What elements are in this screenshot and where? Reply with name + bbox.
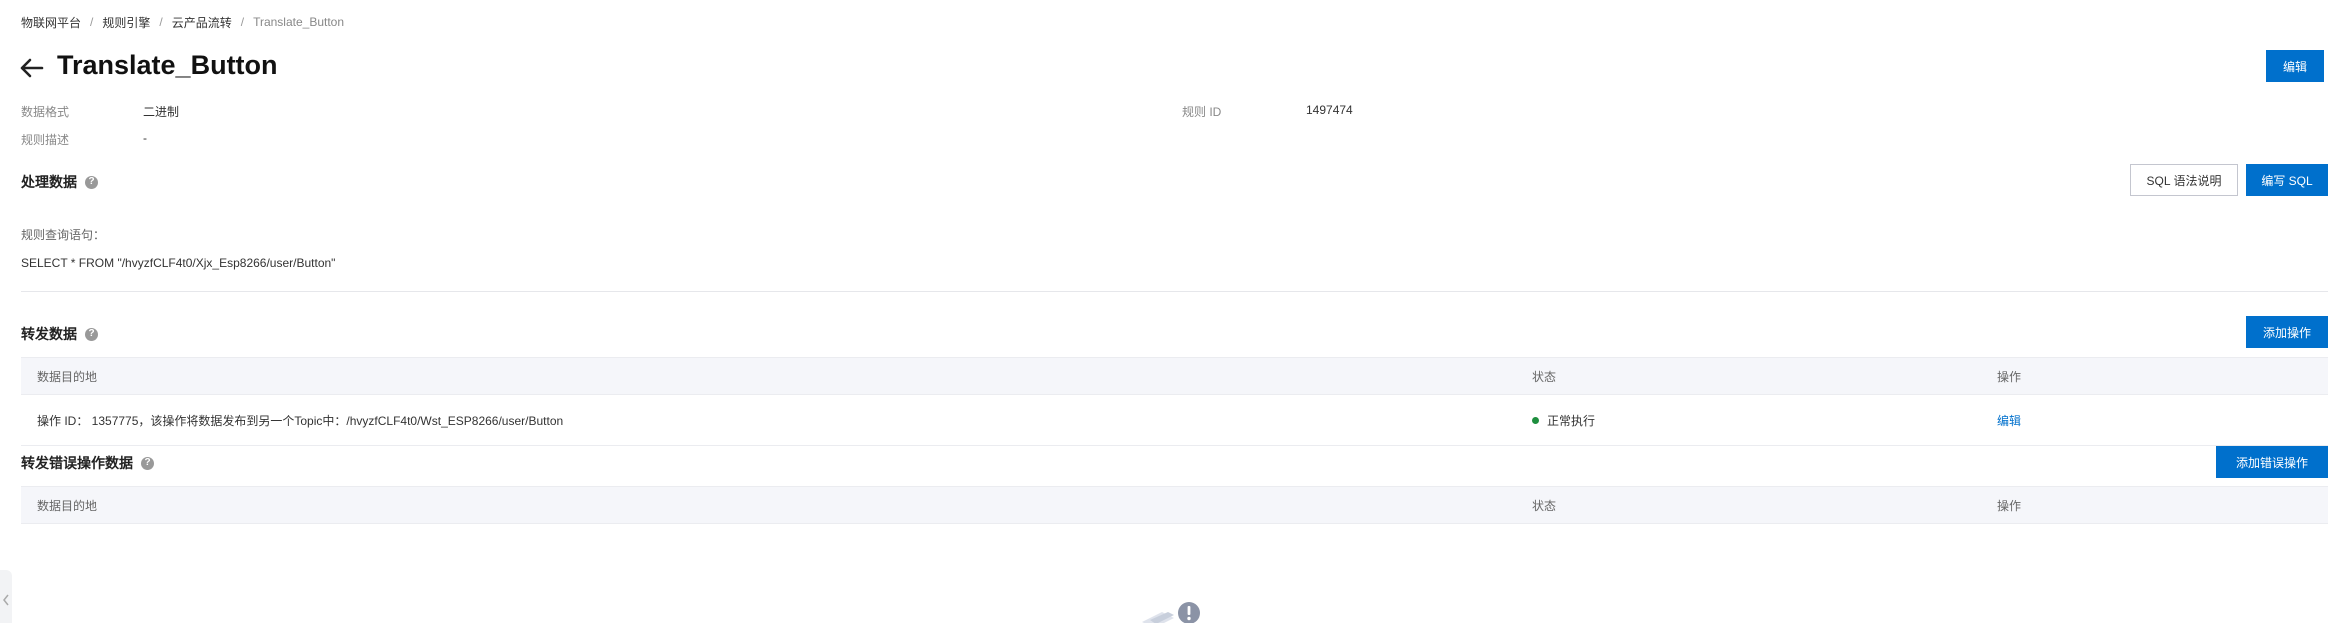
error-table-header: 数据目的地 状态 操作 — [21, 486, 2328, 524]
process-data-title-text: 处理数据 — [21, 174, 77, 190]
breadcrumb-item-iot-platform[interactable]: 物联网平台 — [21, 14, 81, 31]
section-divider — [21, 291, 2328, 292]
column-header-status: 状态 — [1532, 369, 1557, 384]
column-header-status: 状态 — [1532, 498, 1557, 513]
rule-desc-label: 规则描述 — [21, 133, 70, 147]
column-header-action: 操作 — [1997, 369, 2022, 384]
forward-error-title-text: 转发错误操作数据 — [21, 455, 133, 471]
breadcrumb-item-rule-engine[interactable]: 规则引擎 — [102, 14, 150, 31]
table-row: 操作 ID： 1357775，该操作将数据发布到另一个Topic中：/hvyzf… — [21, 395, 2328, 446]
write-sql-button[interactable]: 编写 SQL — [2246, 164, 2328, 196]
sql-query: SELECT * FROM "/hvyzfCLF4t0/Xjx_Esp8266/… — [21, 256, 336, 270]
rule-desc-value: - — [143, 131, 147, 145]
breadcrumb-separator: / — [240, 15, 245, 29]
breadcrumb-separator: / — [90, 15, 94, 29]
breadcrumb-item-cloud-flow[interactable]: 云产品流转 — [172, 14, 232, 31]
forward-error-title: 转发错误操作数据 ? — [21, 453, 154, 473]
status-cell: 正常执行 — [1532, 395, 1595, 445]
data-format-value: 二进制 — [143, 105, 180, 119]
edit-link[interactable]: 编辑 — [1997, 412, 2021, 429]
breadcrumb: 物联网平台 / 规则引擎 / 云产品流转 / Translate_Button — [21, 14, 344, 30]
breadcrumb-current: Translate_Button — [253, 15, 345, 29]
status-dot-icon — [1532, 416, 1539, 424]
sidebar-collapse-toggle[interactable] — [0, 570, 12, 623]
back-arrow-icon[interactable] — [18, 56, 46, 80]
sql-syntax-button[interactable]: SQL 语法说明 — [2130, 164, 2238, 196]
breadcrumb-separator: / — [159, 15, 163, 29]
empty-state-icon — [1140, 598, 1210, 623]
help-icon[interactable]: ? — [85, 175, 98, 189]
column-header-destination: 数据目的地 — [37, 498, 98, 513]
help-icon[interactable]: ? — [85, 327, 98, 341]
rule-id-value: 1497474 — [1306, 103, 1353, 117]
status-text: 正常执行 — [1547, 413, 1596, 428]
process-data-title: 处理数据 ? — [21, 172, 98, 192]
page-title: Translate_Button — [57, 50, 278, 80]
edit-button[interactable]: 编辑 — [2266, 50, 2324, 82]
column-header-action: 操作 — [1997, 498, 2022, 513]
data-format-label: 数据格式 — [21, 105, 70, 119]
rule-id-label: 规则 ID — [1182, 105, 1222, 119]
add-error-action-button[interactable]: 添加错误操作 — [2216, 446, 2328, 478]
forward-data-title-text: 转发数据 — [21, 326, 77, 342]
column-header-destination: 数据目的地 — [37, 369, 98, 384]
forward-table-header: 数据目的地 状态 操作 — [21, 357, 2328, 395]
help-icon[interactable]: ? — [141, 456, 154, 470]
chevron-left-icon — [3, 594, 9, 606]
forward-data-title: 转发数据 ? — [21, 324, 98, 344]
action-cell: 编辑 — [1997, 395, 2021, 445]
query-label: 规则查询语句： — [21, 228, 106, 242]
add-action-button[interactable]: 添加操作 — [2246, 316, 2328, 348]
destination-cell: 操作 ID： 1357775，该操作将数据发布到另一个Topic中：/hvyzf… — [37, 413, 564, 428]
